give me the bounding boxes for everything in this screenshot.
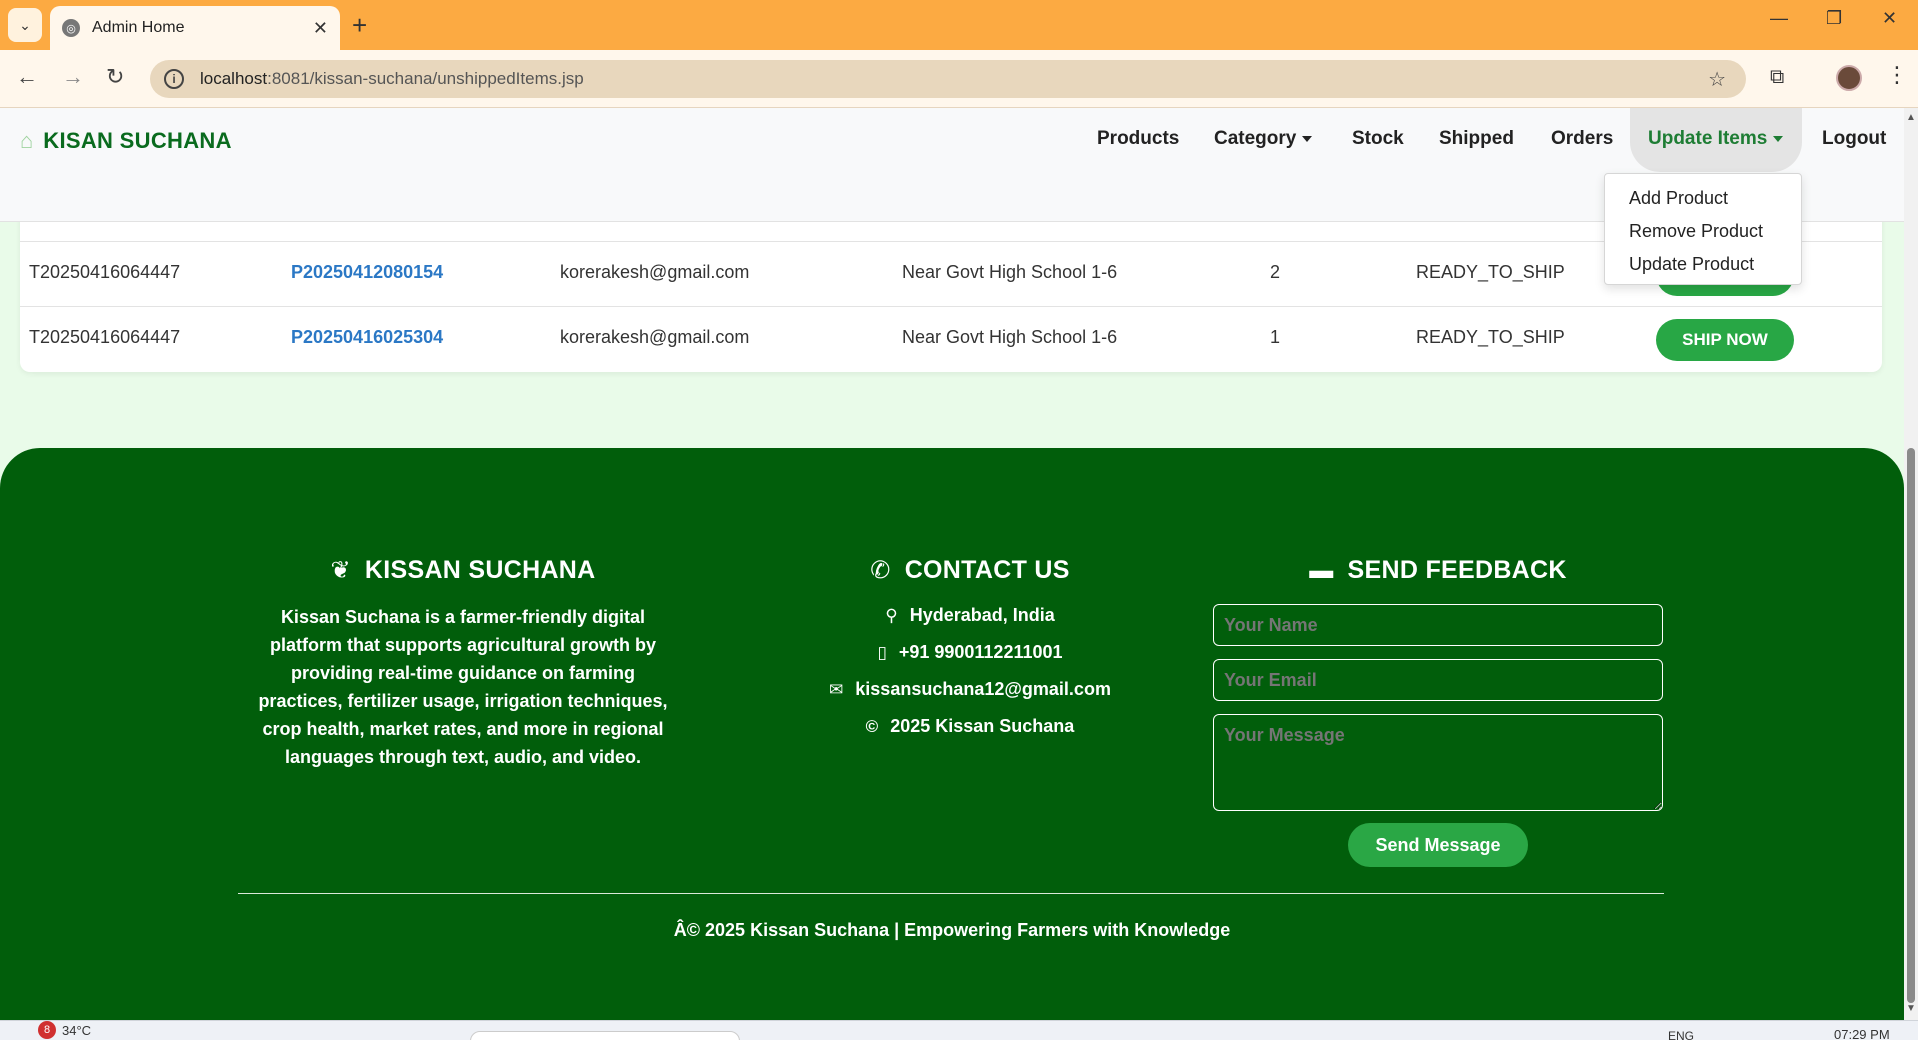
- nav-logout[interactable]: Logout: [1822, 128, 1886, 150]
- email-cell: korerakesh@gmail.com: [560, 327, 750, 347]
- quantity-cell: 1: [1270, 327, 1281, 347]
- browser-tab[interactable]: ◎ Admin Home ✕: [50, 6, 340, 50]
- menu-item-add-product[interactable]: Add Product: [1605, 182, 1801, 215]
- contact-phone: ▯ +91 9900112211001: [877, 642, 1063, 662]
- table-row: T20250416064447 P20250412080154 korerake…: [20, 241, 1882, 306]
- email-cell: korerakesh@gmail.com: [560, 262, 750, 282]
- footer-about-text: Kissan Suchana is a farmer-friendly digi…: [258, 607, 668, 767]
- scroll-down-icon[interactable]: ▼: [1906, 1003, 1916, 1014]
- caret-down-icon: [1302, 135, 1313, 142]
- contact-copyright: © 2025 Kissan Suchana: [865, 716, 1075, 736]
- footer-divider: [238, 893, 1664, 894]
- contact-location: ⚲ Hyderabad, India: [885, 605, 1055, 625]
- browser-toolbar: ← → ↻ i localhost:8081/kissan-suchana/un…: [0, 50, 1918, 108]
- caret-down-icon: [1773, 135, 1784, 142]
- quantity-cell: 2: [1270, 262, 1281, 282]
- brand-name: KISAN SUCHANA: [43, 128, 232, 153]
- menu-item-remove-product[interactable]: Remove Product: [1605, 215, 1801, 248]
- feedback-email-input[interactable]: [1213, 659, 1663, 701]
- tab-title: Admin Home: [92, 19, 185, 36]
- nav-update-items[interactable]: Update Items: [1648, 128, 1784, 150]
- extensions-icon[interactable]: ⧉: [1770, 66, 1784, 89]
- new-tab-button[interactable]: +: [352, 10, 367, 40]
- product-id-link[interactable]: P20250416025304: [291, 327, 443, 348]
- footer-feedback: ▬ SEND FEEDBACK: [1213, 556, 1663, 585]
- bookmark-star-icon[interactable]: ☆: [1708, 67, 1726, 92]
- minimize-icon[interactable]: —: [1770, 8, 1788, 29]
- comment-icon: ▬: [1309, 556, 1334, 584]
- transaction-id-cell: T20250416064447: [29, 262, 181, 282]
- feedback-message-textarea[interactable]: [1213, 714, 1663, 811]
- clock[interactable]: 07:29 PM: [1834, 1027, 1890, 1040]
- globe-icon: ◎: [62, 19, 80, 37]
- forward-icon[interactable]: →: [62, 64, 84, 90]
- address-bar[interactable]: i localhost:8081/kissan-suchana/unshippe…: [150, 60, 1746, 98]
- site-info-icon[interactable]: i: [164, 69, 184, 89]
- status-cell: READY_TO_SHIP: [1416, 327, 1565, 347]
- update-items-dropdown: Add Product Remove Product Update Produc…: [1604, 173, 1802, 285]
- os-taskbar: 8 34°C ENG 07:29 PM: [0, 1020, 1918, 1040]
- map-pin-icon: ⚲: [885, 605, 898, 625]
- nav-shipped[interactable]: Shipped: [1439, 128, 1514, 150]
- ship-now-button[interactable]: SHIP NOW: [1656, 319, 1794, 361]
- nav-orders[interactable]: Orders: [1551, 128, 1613, 150]
- status-cell: READY_TO_SHIP: [1416, 262, 1565, 282]
- menu-item-update-product[interactable]: Update Product: [1605, 248, 1801, 281]
- footer-contact: ✆ CONTACT US ⚲ Hyderabad, India ▯ +91 9900…: [770, 556, 1170, 737]
- scrollbar-thumb[interactable]: [1907, 448, 1915, 1003]
- back-icon[interactable]: ←: [16, 64, 38, 90]
- product-id-link[interactable]: P20250412080154: [291, 262, 443, 283]
- reload-icon[interactable]: ↻: [106, 64, 124, 90]
- scroll-up-icon[interactable]: ▲: [1906, 112, 1916, 123]
- send-message-button[interactable]: Send Message: [1348, 823, 1528, 867]
- footer-about: ❦ KISSAN SUCHANA Kissan Suchana is a far…: [248, 556, 678, 771]
- browser-menu-icon[interactable]: ⋮: [1886, 62, 1908, 88]
- leaf-icon: ❦: [330, 557, 351, 584]
- window-close-icon[interactable]: ✕: [1882, 8, 1897, 29]
- table-row: T20250416064447 P20250416025304 korerake…: [20, 306, 1882, 371]
- footer-copyright: Â© 2025 Kissan Suchana | Empowering Farm…: [673, 920, 1231, 940]
- language-indicator[interactable]: ENG: [1668, 1029, 1694, 1040]
- envelope-icon: ✉: [829, 679, 844, 699]
- page-viewport: T20250416064447 P20250412080154 korerake…: [0, 108, 1904, 1020]
- restore-icon[interactable]: ❐: [1826, 8, 1842, 29]
- mobile-icon: ▯: [877, 642, 887, 662]
- chevron-down-icon: ⌄: [19, 16, 31, 33]
- copyright-icon: ©: [865, 716, 879, 736]
- address-cell: Near Govt High School 1-6: [902, 262, 1118, 282]
- tab-close-icon[interactable]: ✕: [313, 18, 328, 39]
- address-cell: Near Govt High School 1-6: [902, 327, 1118, 347]
- contact-email: ✉ kissansuchana12@gmail.com: [829, 679, 1111, 699]
- tab-search-button[interactable]: ⌄: [8, 8, 42, 42]
- brand-link[interactable]: ⌂ KISAN SUCHANA: [20, 128, 232, 154]
- nav-category[interactable]: Category: [1214, 128, 1313, 150]
- site-footer: ❦ KISSAN SUCHANA Kissan Suchana is a far…: [0, 448, 1904, 1020]
- page-scrollbar[interactable]: ▲ ▼: [1904, 108, 1918, 1020]
- footer-about-title: ❦ KISSAN SUCHANA: [330, 556, 596, 584]
- profile-avatar[interactable]: [1836, 65, 1862, 91]
- footer-feedback-title: ▬ SEND FEEDBACK: [1309, 556, 1567, 584]
- browser-tab-bar: ⌄ ◎ Admin Home ✕ + — ❐ ✕: [0, 0, 1918, 50]
- weather-widget[interactable]: 34°C: [62, 1023, 91, 1038]
- footer-contact-title: ✆ CONTACT US: [870, 556, 1070, 584]
- transaction-id-cell: T20250416064447: [29, 327, 181, 347]
- home-icon: ⌂: [20, 128, 34, 153]
- feedback-name-input[interactable]: [1213, 604, 1663, 646]
- nav-stock[interactable]: Stock: [1352, 128, 1404, 150]
- phone-icon: ✆: [870, 557, 891, 584]
- nav-products[interactable]: Products: [1097, 128, 1179, 150]
- taskbar-search[interactable]: [470, 1031, 740, 1040]
- url-text: localhost:8081/kissan-suchana/unshippedI…: [200, 69, 584, 88]
- weather-badge: 8: [38, 1021, 56, 1039]
